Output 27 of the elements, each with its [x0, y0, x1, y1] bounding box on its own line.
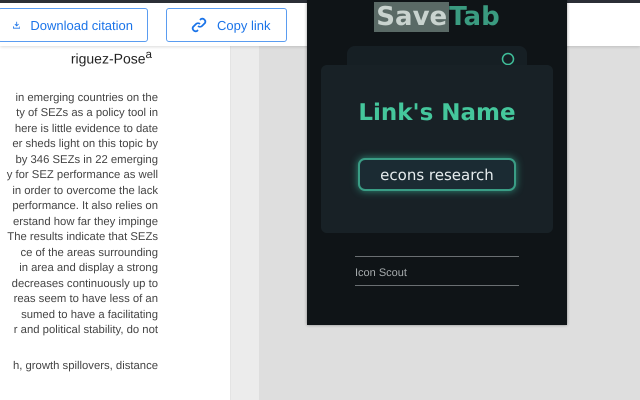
abstract-line: erstand how far they impinge: [12, 214, 158, 230]
abstract-line: reas seem to have less of an: [12, 292, 158, 308]
abstract-line: by 346 SEZs in 22 emerging: [14, 152, 158, 168]
abstract-line: in emerging countries on the: [14, 90, 158, 106]
abstract-line: er sheds light on this topic by: [11, 137, 158, 152]
abstract-line: sumed to have a facilitating: [20, 308, 158, 323]
logo-word: Tab: [449, 2, 500, 32]
abstract-line: in order to overcome the lack: [11, 184, 158, 199]
link-icon: [191, 17, 207, 33]
toolbar-button[interactable]: Download citation: [0, 8, 148, 42]
dialog-title: Link's Name: [358, 100, 516, 126]
logo-word: Save: [374, 2, 450, 32]
name-input[interactable]: econs research: [358, 158, 516, 191]
abstract-line: here is little evidence to date: [14, 122, 158, 137]
abstract-line: ce of the areas surrounding: [19, 246, 158, 261]
abstract-line: The results indicate that SEZs: [6, 230, 158, 246]
keywords-line: h, growth spillovers, distance: [12, 358, 158, 374]
toolbar-button[interactable]: Copy link: [166, 8, 287, 42]
abstract-line: decreases continuously up to: [10, 276, 158, 292]
abstract-line: ty of SEZs as a policy tool in: [15, 106, 158, 122]
saved-link[interactable]: Icon Scout: [355, 257, 519, 286]
abstract-line: y for SEZ performance as well: [6, 168, 158, 184]
abstract-line: performance. It also relies on: [11, 199, 158, 214]
search-icon: [501, 52, 515, 66]
abstract-line: in area and display a strong: [18, 261, 158, 276]
author-name: riguez-Pose$^{a}$: [70, 48, 152, 67]
abstract-line: r and political stability, do not: [12, 323, 158, 338]
